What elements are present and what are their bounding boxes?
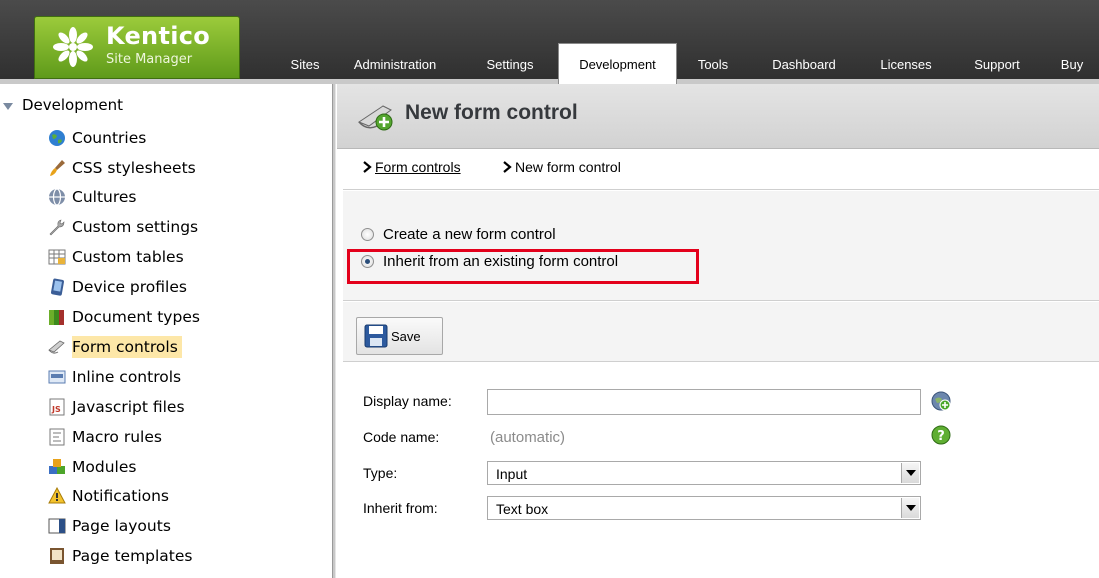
tab-tools[interactable]: Tools: [687, 57, 739, 79]
sidebar-item-custom-tables[interactable]: Custom tables: [48, 243, 188, 271]
sidebar-splitter[interactable]: [332, 84, 336, 578]
sidebar-item-label: Page layouts: [72, 517, 171, 535]
sidebar-item-device-profiles[interactable]: Device profiles: [48, 273, 191, 301]
breadcrumb-chevron-icon: [503, 161, 512, 173]
annotation-highlight-box: [347, 249, 699, 284]
sidebar-item-label: Document types: [72, 308, 200, 326]
inherit-from-label: Inherit from:: [363, 500, 438, 516]
sidebar-item-page-layouts[interactable]: Page layouts: [48, 512, 175, 540]
sidebar-item-label: Page templates: [72, 547, 193, 565]
inherit-from-select[interactable]: Text box: [487, 496, 921, 520]
device-icon: [48, 278, 66, 296]
code-name-label: Code name:: [363, 429, 440, 445]
inherit-from-select-value: Text box: [496, 501, 549, 517]
sidebar-item-form-controls[interactable]: Form controls: [48, 333, 182, 361]
sidebar-item-modules[interactable]: Modules: [48, 453, 140, 481]
sidebar-item-custom-settings[interactable]: Custom settings: [48, 213, 202, 241]
save-button-label: Save: [391, 328, 421, 344]
table-icon: [48, 248, 66, 266]
sidebar-item-label: Custom tables: [72, 248, 184, 266]
tab-licenses[interactable]: Licenses: [868, 57, 944, 79]
display-name-input[interactable]: [487, 389, 921, 415]
sidebar-item-notifications[interactable]: Notifications: [48, 482, 173, 510]
sidebar-item-label: Modules: [72, 458, 137, 476]
sidebar-item-label: Macro rules: [72, 428, 162, 446]
sidebar-item-label: CSS stylesheets: [72, 159, 196, 177]
type-select-value: Input: [496, 466, 528, 482]
books-icon: [48, 308, 66, 326]
code-name-value: (automatic): [490, 429, 566, 446]
kentico-logo[interactable]: Kentico Site Manager: [34, 16, 240, 79]
sidebar-item-macro-rules[interactable]: Macro rules: [48, 423, 166, 451]
help-icon[interactable]: ?: [931, 425, 951, 445]
tab-buy[interactable]: Buy: [1050, 57, 1094, 79]
tree-root-development[interactable]: Development: [22, 96, 123, 114]
macro-rule-icon: [48, 428, 66, 446]
localize-globe-icon[interactable]: [931, 391, 951, 411]
sidebar-item-document-types[interactable]: Document types: [48, 303, 204, 331]
brush-icon: [48, 159, 66, 177]
tree-collapse-arrow-icon[interactable]: [3, 103, 13, 110]
radio-button[interactable]: [361, 227, 374, 241]
tab-support[interactable]: Support: [962, 57, 1032, 79]
svg-text:JS: JS: [51, 405, 61, 414]
tab-sites[interactable]: Sites: [280, 57, 330, 79]
save-button[interactable]: Save: [356, 317, 443, 355]
sidebar-item-inline-controls[interactable]: Inline controls: [48, 363, 185, 391]
tab-dashboard[interactable]: Dashboard: [757, 57, 851, 79]
sidebar-item-label: Custom settings: [72, 218, 199, 236]
page-title: New form control: [405, 101, 578, 124]
sidebar-item-label: Javascript files: [72, 398, 185, 416]
js-file-icon: JS: [48, 398, 66, 416]
sidebar-item-javascript-files[interactable]: JS Javascript files: [48, 393, 189, 421]
dropdown-arrow-icon[interactable]: [901, 498, 919, 518]
new-form-control-icon: [357, 105, 393, 131]
sidebar-item-label: Countries: [72, 129, 147, 147]
culture-globe-icon: [48, 188, 66, 206]
sidebar-item-cultures[interactable]: Cultures: [48, 183, 141, 211]
breadcrumb-chevron-icon: [363, 161, 372, 173]
logo-subtitle: Site Manager: [106, 52, 193, 67]
tab-settings[interactable]: Settings: [472, 57, 548, 79]
tab-development[interactable]: Development: [558, 43, 677, 84]
sidebar-item-css-stylesheets[interactable]: CSS stylesheets: [48, 154, 200, 182]
floppy-disk-icon: [364, 324, 388, 348]
wrench-icon: [48, 218, 66, 236]
sidebar-item-page-templates[interactable]: Page templates: [48, 542, 197, 570]
radio-label: Create a new form control: [383, 225, 556, 243]
sidebar-item-label: Form controls: [72, 336, 182, 358]
modules-icon: [48, 458, 66, 476]
sidebar-item-label: Inline controls: [72, 368, 182, 386]
tab-administration[interactable]: Administration: [337, 57, 453, 79]
type-select[interactable]: Input: [487, 461, 921, 485]
form-control-icon: [48, 338, 66, 356]
sidebar-item-label: Device profiles: [72, 278, 187, 296]
svg-text:?: ?: [937, 429, 945, 444]
type-label: Type:: [363, 465, 398, 481]
sidebar-item-label: Notifications: [72, 487, 170, 505]
action-toolbar: [343, 302, 1099, 362]
breadcrumb-link-form-controls[interactable]: Form controls: [375, 159, 461, 175]
kentico-flower-icon: [53, 27, 93, 67]
page-template-icon: [48, 547, 66, 565]
display-name-label: Display name:: [363, 393, 452, 409]
inline-control-icon: [48, 368, 66, 386]
sidebar-item-countries[interactable]: Countries: [48, 124, 150, 152]
notification-icon: [48, 487, 66, 505]
radio-create-new[interactable]: Create a new form control: [361, 224, 556, 244]
creation-mode-panel: [343, 191, 1099, 301]
kentico-site-manager-window: Kentico Site Manager Sites Administratio…: [0, 0, 1099, 578]
logo-title: Kentico: [106, 22, 211, 50]
dropdown-arrow-icon[interactable]: [901, 463, 919, 483]
sidebar-item-label: Cultures: [72, 188, 137, 206]
globe-icon: [48, 129, 66, 147]
page-layout-icon: [48, 517, 66, 535]
breadcrumb-current: New form control: [515, 159, 621, 175]
